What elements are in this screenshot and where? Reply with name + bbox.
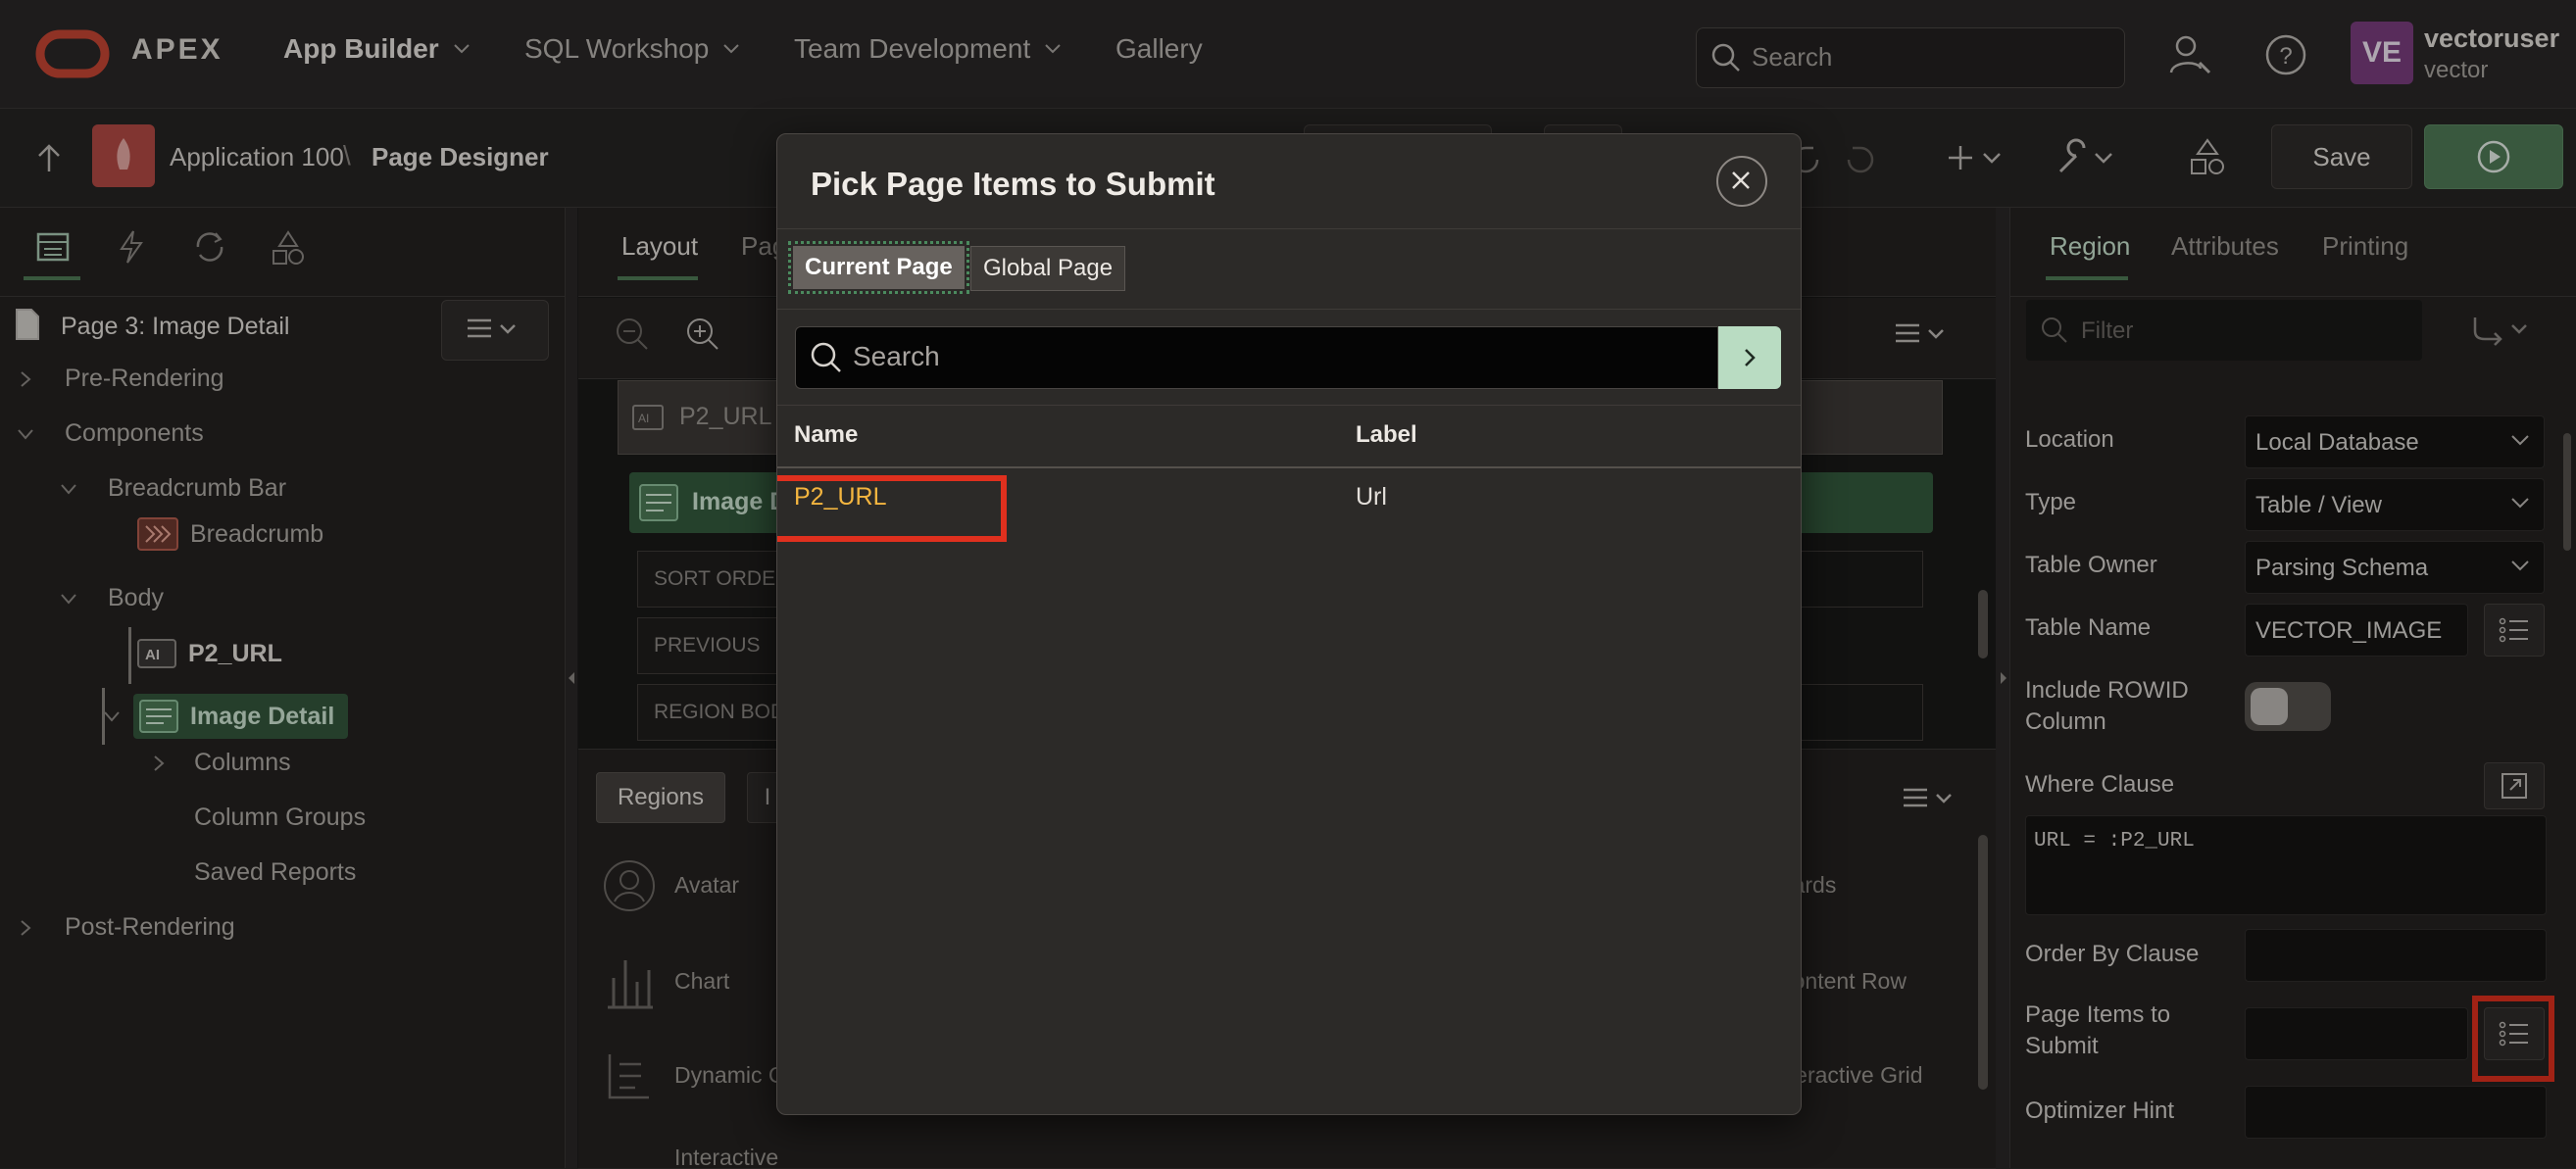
row-item-label: Url xyxy=(1356,483,1387,511)
segment-global-page[interactable]: Global Page xyxy=(970,246,1126,291)
dialog-search-placeholder: Search xyxy=(853,341,940,371)
column-header-label: Label xyxy=(1356,421,1417,448)
pick-items-dialog: Pick Page Items to Submit Current Page G… xyxy=(776,133,1802,1115)
highlight-p2-url-row xyxy=(777,475,1007,542)
close-icon xyxy=(1732,171,1750,189)
dialog-table-header: Name Label xyxy=(777,405,1801,468)
search-icon xyxy=(811,342,841,372)
dialog-close-button[interactable] xyxy=(1716,156,1767,207)
segment-current-page[interactable]: Current Page xyxy=(788,241,969,294)
chevron-right-icon xyxy=(1745,349,1756,366)
dialog-search-go-button[interactable] xyxy=(1718,326,1781,389)
dialog-title: Pick Page Items to Submit xyxy=(811,166,1215,202)
column-header-name: Name xyxy=(794,421,859,448)
dialog-search-input[interactable]: Search xyxy=(795,326,1718,389)
